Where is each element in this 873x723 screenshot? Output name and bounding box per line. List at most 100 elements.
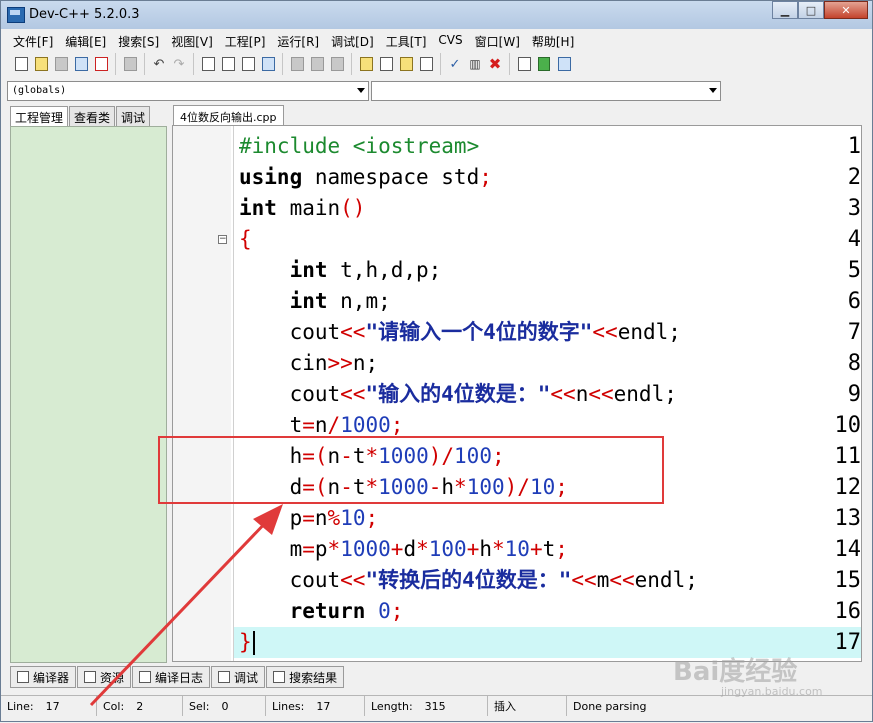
code-text: + bbox=[390, 537, 404, 561]
tab-resources[interactable]: 资源 bbox=[77, 666, 132, 688]
save-icon[interactable] bbox=[51, 54, 71, 74]
grid-icon[interactable] bbox=[416, 54, 436, 74]
tab-compiler[interactable]: 编译器 bbox=[10, 666, 77, 688]
code-text: << bbox=[340, 320, 366, 344]
chevron-down-icon bbox=[357, 88, 365, 93]
line-number: 16 bbox=[834, 599, 862, 624]
chevron-down-icon bbox=[709, 88, 717, 93]
code-text: p bbox=[289, 506, 303, 530]
text-cursor bbox=[252, 631, 255, 655]
code-line-6: int n,m; bbox=[239, 286, 391, 317]
menu-window[interactable]: 窗口[W] bbox=[469, 31, 526, 51]
code-text: cout bbox=[289, 320, 341, 344]
class-browser-icon[interactable] bbox=[356, 54, 376, 74]
scope-combo[interactable]: (globals) bbox=[7, 81, 369, 101]
menu-tools[interactable]: 工具[T] bbox=[380, 31, 433, 51]
tab-debug-output[interactable]: 调试 bbox=[211, 666, 266, 688]
stop-icon[interactable]: ✖ bbox=[485, 54, 505, 74]
code-text: "请输入一个4位的数字" bbox=[365, 320, 593, 344]
code-text: ; bbox=[365, 506, 379, 530]
code-text: () bbox=[340, 196, 366, 220]
save-all-icon[interactable] bbox=[71, 54, 91, 74]
code-text: m bbox=[289, 537, 303, 561]
menu-help[interactable]: 帮助[H] bbox=[526, 31, 580, 51]
scope-combo-value: (globals) bbox=[12, 85, 67, 96]
find-icon[interactable] bbox=[198, 54, 218, 74]
menu-edit[interactable]: 编辑[E] bbox=[59, 31, 112, 51]
remove-file-icon[interactable] bbox=[554, 54, 574, 74]
tab-project[interactable]: 工程管理 bbox=[10, 106, 69, 126]
code-text: t,h,d,p; bbox=[327, 258, 442, 282]
code-text: << bbox=[340, 568, 366, 592]
replace-icon[interactable] bbox=[238, 54, 258, 74]
resources-icon bbox=[84, 671, 97, 683]
compile-icon[interactable]: ✓ bbox=[445, 54, 465, 74]
line-number: 11 bbox=[834, 444, 862, 469]
combo-row: (globals) bbox=[7, 81, 721, 103]
toggle-bookmark-icon[interactable] bbox=[327, 54, 347, 74]
goto-icon[interactable] bbox=[258, 54, 278, 74]
add-file-icon[interactable] bbox=[534, 54, 554, 74]
status-col: Col: 2 bbox=[97, 696, 183, 716]
tab-label: 编译日志 bbox=[155, 670, 204, 685]
line-number: 2 bbox=[847, 165, 861, 190]
code-line-3: int main() bbox=[239, 193, 365, 224]
tab-classes[interactable]: 查看类 bbox=[69, 106, 116, 126]
new-project-icon[interactable] bbox=[514, 54, 534, 74]
menu-run[interactable]: 运行[R] bbox=[271, 31, 325, 51]
status-value: 17 bbox=[45, 699, 60, 713]
menu-project[interactable]: 工程[P] bbox=[219, 31, 272, 51]
line-number: 17 bbox=[834, 630, 862, 655]
code-text: namespace std bbox=[302, 165, 480, 189]
status-sel: Sel: 0 bbox=[183, 696, 266, 716]
code-text: "转换后的4位数是：" bbox=[365, 568, 572, 592]
code-text: using bbox=[239, 165, 303, 189]
maximize-button[interactable]: □ bbox=[798, 1, 824, 19]
print-icon[interactable] bbox=[120, 54, 140, 74]
undo-icon[interactable]: ↶ bbox=[149, 54, 169, 74]
menu-cvs[interactable]: CVS bbox=[432, 31, 468, 51]
line-number: 12 bbox=[834, 475, 862, 500]
code-text: 100 bbox=[428, 537, 467, 561]
toolbar-view-icon[interactable] bbox=[396, 54, 416, 74]
window-controls: ▁ □ ✕ bbox=[772, 1, 868, 21]
fold-toggle-icon[interactable]: − bbox=[218, 235, 227, 244]
bookmark-prev-icon[interactable] bbox=[287, 54, 307, 74]
line-number: 14 bbox=[834, 537, 862, 562]
project-panel[interactable] bbox=[10, 126, 167, 663]
code-text: << bbox=[550, 382, 576, 406]
find-next-icon[interactable] bbox=[218, 54, 238, 74]
code-text: n; bbox=[352, 351, 379, 375]
toolbar: ↶ ↷ ✓ ▥ ✖ bbox=[7, 51, 578, 77]
code-text: >> bbox=[327, 351, 353, 375]
tab-search-results[interactable]: 搜索结果 bbox=[266, 666, 345, 688]
code-text: endl; bbox=[634, 568, 698, 592]
new-file-icon[interactable] bbox=[11, 54, 31, 74]
code-line-4: { bbox=[239, 224, 252, 255]
menu-debug[interactable]: 调试[D] bbox=[325, 31, 380, 51]
code-text: d bbox=[403, 537, 417, 561]
tab-debug[interactable]: 调试 bbox=[116, 106, 151, 126]
chart-icon bbox=[139, 671, 152, 683]
minimize-button[interactable]: ▁ bbox=[772, 1, 798, 19]
tab-compile-log[interactable]: 编译日志 bbox=[132, 666, 211, 688]
status-line: Line: 17 bbox=[1, 696, 97, 716]
project-view-icon[interactable] bbox=[376, 54, 396, 74]
close-button[interactable]: ✕ bbox=[824, 1, 868, 19]
open-icon[interactable] bbox=[31, 54, 51, 74]
code-text: 10 bbox=[340, 506, 366, 530]
redo-icon[interactable]: ↷ bbox=[169, 54, 189, 74]
status-label: Line: bbox=[7, 699, 34, 713]
code-editor[interactable]: 1 2 3 4 5 6 7 8 9 10 11 12 13 14 15 16 1… bbox=[172, 125, 862, 662]
menu-file[interactable]: 文件[F] bbox=[7, 31, 59, 51]
menu-search[interactable]: 搜索[S] bbox=[112, 31, 165, 51]
tab-label: 调试 bbox=[234, 670, 259, 685]
menu-view[interactable]: 视图[V] bbox=[165, 31, 219, 51]
close-file-icon[interactable] bbox=[91, 54, 111, 74]
chart-icon[interactable]: ▥ bbox=[465, 54, 485, 74]
function-combo[interactable] bbox=[371, 81, 721, 101]
code-text: = bbox=[302, 537, 315, 561]
bookmark-next-icon[interactable] bbox=[307, 54, 327, 74]
code-line-8: cin>>n; bbox=[239, 348, 379, 379]
